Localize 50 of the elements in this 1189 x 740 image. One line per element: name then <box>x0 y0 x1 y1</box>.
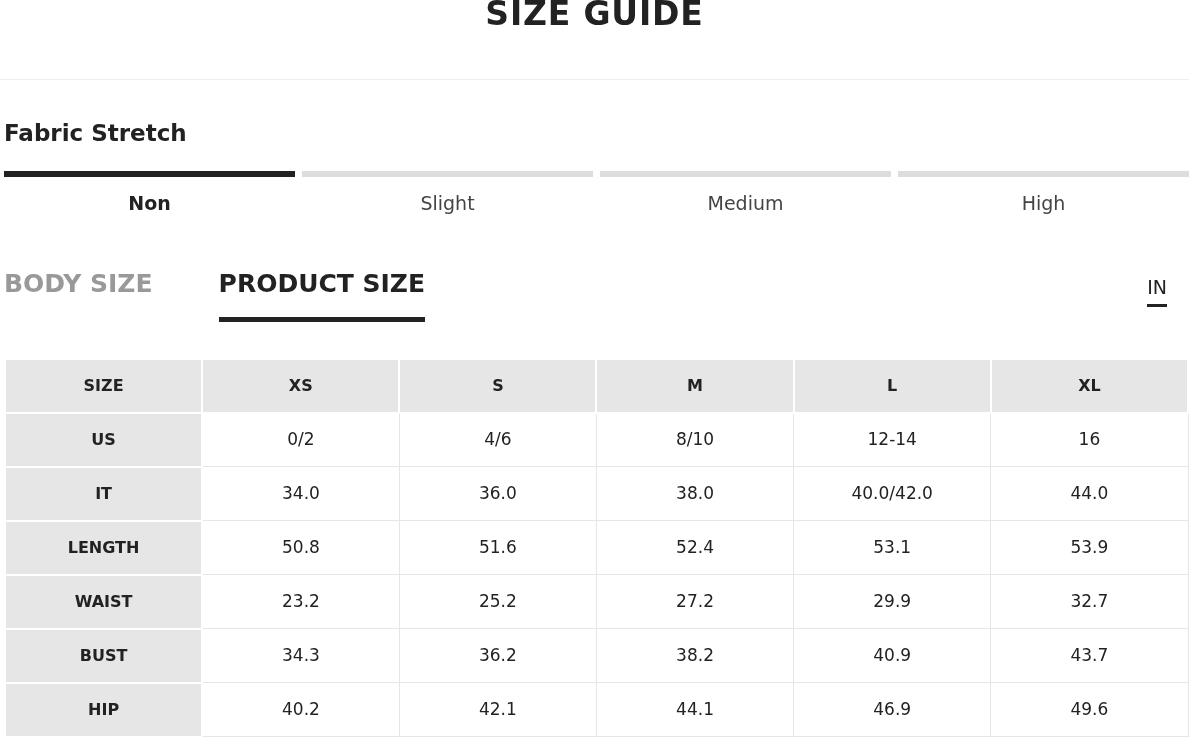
table-cell: 34.3 <box>202 628 400 683</box>
table-cell: 50.8 <box>202 520 400 575</box>
table-cell: 43.7 <box>990 628 1188 683</box>
table-cell: 40.0/42.0 <box>793 466 991 521</box>
column-header: XS <box>202 358 400 413</box>
table-cell: 12-14 <box>793 412 991 467</box>
row-header: WAIST <box>5 574 203 629</box>
column-header: M <box>596 358 794 413</box>
table-cell: 52.4 <box>596 520 794 575</box>
unit-toggle[interactable]: IN <box>1147 273 1167 307</box>
row-header: US <box>5 412 203 467</box>
table-cell: 4/6 <box>399 412 597 467</box>
stretch-option[interactable]: Slight <box>420 188 475 217</box>
table-cell: 53.1 <box>793 520 991 575</box>
column-header: S <box>399 358 597 413</box>
column-header: SIZE <box>5 358 203 413</box>
table-cell: 29.9 <box>793 574 991 629</box>
table-cell: 40.2 <box>202 682 400 737</box>
table-cell: 44.0 <box>990 466 1188 521</box>
table-cell: 53.9 <box>990 520 1188 575</box>
row-header: HIP <box>5 682 203 737</box>
table-cell: 51.6 <box>399 520 597 575</box>
stretch-option[interactable]: Medium <box>707 188 784 217</box>
table-cell: 34.0 <box>202 466 400 521</box>
row-header: LENGTH <box>5 520 203 575</box>
row-header: BUST <box>5 628 203 683</box>
table-cell: 27.2 <box>596 574 794 629</box>
table-cell: 42.1 <box>399 682 597 737</box>
table-cell: 36.0 <box>399 466 597 521</box>
table-cell: 25.2 <box>399 574 597 629</box>
table-cell: 0/2 <box>202 412 400 467</box>
table-cell: 38.0 <box>596 466 794 521</box>
table-cell: 46.9 <box>793 682 991 737</box>
row-header: IT <box>5 466 203 521</box>
table-cell: 23.2 <box>202 574 400 629</box>
section-heading: Fabric Stretch <box>4 119 187 148</box>
table-cell: 40.9 <box>793 628 991 683</box>
table-cell: 16 <box>990 412 1188 467</box>
table-cell: 36.2 <box>399 628 597 683</box>
page-title: SIZE GUIDE <box>485 0 704 35</box>
table-cell: 49.6 <box>990 682 1188 737</box>
stretch-option[interactable]: Non <box>128 188 171 217</box>
table-cell: 44.1 <box>596 682 794 737</box>
size-tab[interactable]: PRODUCT SIZE <box>218 265 426 322</box>
table-cell: 32.7 <box>990 574 1188 629</box>
column-header: XL <box>990 358 1188 413</box>
stretch-option[interactable]: High <box>1021 188 1066 217</box>
column-header: L <box>793 358 991 413</box>
table-cell: 38.2 <box>596 628 794 683</box>
table-cell: 8/10 <box>596 412 794 467</box>
